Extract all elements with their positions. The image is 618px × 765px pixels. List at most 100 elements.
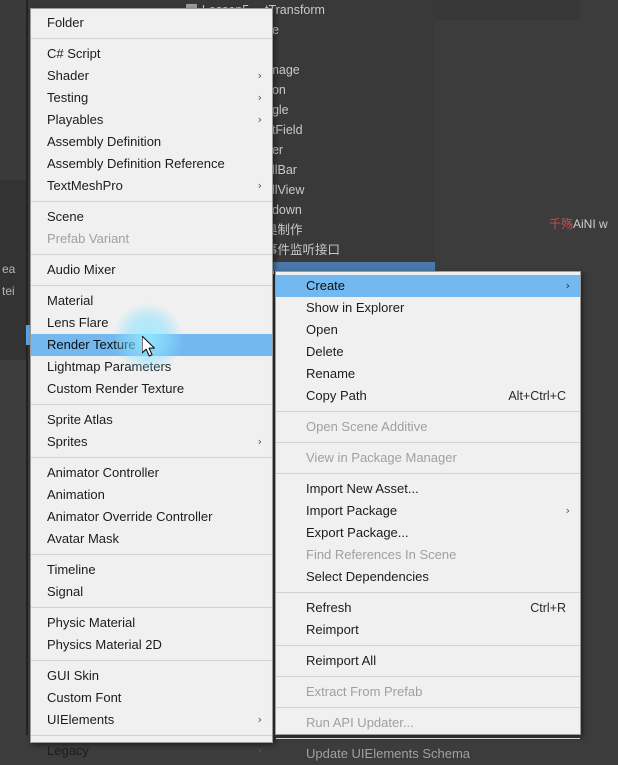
menu-item-shortcut: Ctrl+R — [530, 601, 566, 615]
inspector-row[interactable]: Image — [255, 60, 435, 80]
left-strip-row: ea — [2, 262, 16, 276]
menu-item-playables[interactable]: Playables › — [31, 109, 272, 131]
menu-item-label: Timeline — [47, 562, 96, 577]
menu-item-refresh[interactable]: Refresh Ctrl+R — [276, 597, 580, 619]
inspector-row[interactable]: utField — [255, 120, 435, 140]
menu-item-show-in-explorer[interactable]: Show in Explorer — [276, 297, 580, 319]
menu-item-label: Testing — [47, 90, 89, 105]
menu-item-physics-material-2d[interactable]: Physics Material 2D — [31, 634, 272, 656]
menu-item-open-scene-additive: Open Scene Additive — [276, 416, 580, 438]
inspector-row[interactable]: tTransform — [255, 0, 435, 20]
menu-item-rename[interactable]: Rename — [276, 363, 580, 385]
menu-separator — [276, 738, 580, 739]
menu-separator — [276, 592, 580, 593]
menu-item-signal[interactable]: Signal — [31, 581, 272, 603]
inspector-row[interactable]: ge — [255, 20, 435, 40]
menu-item-timeline[interactable]: Timeline — [31, 559, 272, 581]
menu-item-label: TextMeshPro — [47, 178, 123, 193]
left-panel-top — [0, 0, 26, 180]
menu-item-label: Select Dependencies — [306, 569, 429, 584]
menu-item-select-dependencies[interactable]: Select Dependencies — [276, 566, 580, 588]
menu-item-sprite-atlas[interactable]: Sprite Atlas — [31, 409, 272, 431]
menu-item-label: Reimport — [306, 622, 359, 637]
menu-item-lightmap-parameters[interactable]: Lightmap Parameters — [31, 356, 272, 378]
menu-item-label: Shader — [47, 68, 89, 83]
inspector-row[interactable]: ggle — [255, 100, 435, 120]
inspector-row[interactable]: ollView — [255, 180, 435, 200]
inspector-row[interactable]: 事件监听接口 — [255, 240, 435, 260]
menu-item-gui-skin[interactable]: GUI Skin — [31, 665, 272, 687]
inspector-row[interactable]: ollBar — [255, 160, 435, 180]
menu-item-label: Animation — [47, 487, 105, 502]
menu-item-textmeshpro[interactable]: TextMeshPro › — [31, 175, 272, 197]
menu-separator — [276, 442, 580, 443]
menu-item-import-package[interactable]: Import Package › — [276, 500, 580, 522]
project-context-menu[interactable]: Create › Show in Explorer Open Delete Rename C… — [275, 271, 581, 761]
menu-item-reimport-all[interactable]: Reimport All — [276, 650, 580, 672]
menu-item-shortcut: Alt+Ctrl+C — [508, 389, 566, 403]
menu-item-delete[interactable]: Delete — [276, 341, 580, 363]
menu-item-label: Lightmap Parameters — [47, 359, 172, 374]
inspector-row[interactable]: tton — [255, 80, 435, 100]
menu-item-animator-controller[interactable]: Animator Controller — [31, 462, 272, 484]
inspector-row[interactable]: pdown — [255, 200, 435, 220]
menu-item-c-script[interactable]: C# Script — [31, 43, 272, 65]
menu-separator — [31, 660, 272, 661]
menu-item-label: Scene — [47, 209, 84, 224]
menu-item-assembly-definition[interactable]: Assembly Definition — [31, 131, 272, 153]
inspector-row[interactable]: 奥制作 — [255, 220, 435, 240]
menu-item-reimport[interactable]: Reimport — [276, 619, 580, 641]
menu-item-assembly-definition-reference[interactable]: Assembly Definition Reference — [31, 153, 272, 175]
menu-item-label: Import New Asset... — [306, 481, 419, 496]
menu-item-open[interactable]: Open — [276, 319, 580, 341]
menu-item-folder[interactable]: Folder — [31, 12, 272, 34]
menu-item-custom-font[interactable]: Custom Font — [31, 687, 272, 709]
chevron-right-icon: › — [257, 435, 262, 448]
menu-item-label: Physics Material 2D — [47, 637, 162, 652]
menu-separator — [31, 554, 272, 555]
menu-item-label: Reimport All — [306, 653, 377, 668]
menu-item-custom-render-texture[interactable]: Custom Render Texture — [31, 378, 272, 400]
menu-item-label: Prefab Variant — [47, 231, 130, 246]
menu-item-legacy[interactable]: Legacy › — [31, 740, 272, 762]
menu-item-lens-flare[interactable]: Lens Flare — [31, 312, 272, 334]
menu-item-label: View in Package Manager — [306, 450, 457, 465]
menu-item-animator-override-controller[interactable]: Animator Override Controller — [31, 506, 272, 528]
menu-item-label: Signal — [47, 584, 84, 599]
watermark-prefix: 千殇 — [549, 217, 574, 231]
menu-item-testing[interactable]: Testing › — [31, 87, 272, 109]
menu-item-audio-mixer[interactable]: Audio Mixer — [31, 259, 272, 281]
menu-item-label: Copy Path — [306, 388, 367, 403]
menu-item-uielements[interactable]: UIElements › — [31, 709, 272, 731]
menu-item-label: Assembly Definition Reference — [47, 156, 225, 171]
menu-item-export-package[interactable]: Export Package... — [276, 522, 580, 544]
menu-item-label: Material — [47, 293, 94, 308]
menu-item-copy-path[interactable]: Copy Path Alt+Ctrl+C — [276, 385, 580, 407]
menu-item-label: Extract From Prefab — [306, 684, 423, 699]
menu-item-scene[interactable]: Scene — [31, 206, 272, 228]
inspector-row[interactable]: der — [255, 140, 435, 160]
menu-separator — [31, 607, 272, 608]
menu-item-create[interactable]: Create › — [276, 275, 580, 297]
menu-separator — [31, 201, 272, 202]
menu-item-avatar-mask[interactable]: Avatar Mask — [31, 528, 272, 550]
menu-item-label: Show in Explorer — [306, 300, 405, 315]
menu-item-physic-material[interactable]: Physic Material — [31, 612, 272, 634]
chevron-right-icon: › — [257, 113, 262, 126]
create-submenu[interactable]: Folder C# Script Shader › Testing › Playables ›… — [30, 8, 273, 758]
left-strip-row: tei — [2, 284, 15, 298]
menu-item-material[interactable]: Material — [31, 290, 272, 312]
menu-separator — [31, 254, 272, 255]
chevron-right-icon: › — [257, 713, 262, 726]
menu-item-animation[interactable]: Animation — [31, 484, 272, 506]
menu-item-shader[interactable]: Shader › — [31, 65, 272, 87]
inspector-row[interactable] — [255, 40, 435, 60]
menu-item-sprites[interactable]: Sprites › — [31, 431, 272, 453]
menu-separator — [276, 411, 580, 412]
menu-item-import-new-asset[interactable]: Import New Asset... — [276, 478, 580, 500]
menu-separator — [31, 735, 272, 736]
menu-item-label: Render Texture — [47, 337, 136, 352]
menu-item-render-texture[interactable]: Render Texture — [31, 334, 272, 356]
menu-item-label: Create — [306, 278, 346, 293]
menu-item-label: Legacy — [47, 743, 89, 758]
